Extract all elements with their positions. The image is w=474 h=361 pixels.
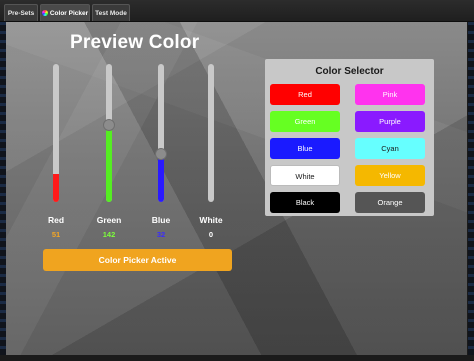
green-slider-knob[interactable] [103,119,115,131]
right-edge-strip [468,22,474,355]
tab-color-picker-label: Color Picker [49,10,89,17]
tab-presets-label: Pre-Sets [7,10,35,17]
tab-color-picker[interactable]: Color Picker [40,4,90,21]
color-button-green[interactable]: Green [270,111,340,132]
color-wheel-icon [41,10,48,16]
green-slider-label: Green [96,215,122,225]
color-button-red[interactable]: Red [270,84,340,105]
blue-slider-knob[interactable] [155,148,167,160]
color-button-yellow[interactable]: Yellow [355,165,425,186]
color-button-white[interactable]: White [270,165,340,186]
tab-test-mode[interactable]: Test Mode [92,4,130,21]
white-slider-label: White [199,215,223,225]
red-slider-label: Red [47,215,65,225]
color-selector: Color Selector Red Pink Green Purple Blue Cya… [265,59,434,216]
color-button-purple[interactable]: Purple [355,111,425,132]
tab-test-mode-label: Test Mode [95,10,127,17]
color-selector-title: Color Selector [315,66,384,77]
color-picker-active-button[interactable]: Color Picker Active [43,249,232,271]
blue-slider-fill [158,154,164,202]
blue-slider-label: Blue [151,215,171,225]
green-slider-fill [106,125,112,202]
red-slider-fill [53,174,59,202]
color-picker-panel: Preview Color Red 51 Green 142 Blue 32 White 0 … [6,22,467,355]
color-button-pink[interactable]: Pink [355,84,425,105]
tab-presets[interactable]: Pre-Sets [4,4,38,21]
color-button-black[interactable]: Black [270,192,340,213]
color-button-blue[interactable]: Blue [270,138,340,159]
green-slider-value: 142 [102,230,116,239]
white-slider-value: 0 [208,230,214,239]
color-button-orange[interactable]: Orange [355,192,425,213]
red-slider-value: 51 [51,230,61,239]
blue-slider-value: 32 [156,230,166,239]
tab-bar: Pre-Sets Color Picker Test Mode [0,0,474,22]
white-slider[interactable] [208,64,214,202]
color-button-cyan[interactable]: Cyan [355,138,425,159]
preview-title: Preview Color [70,32,200,53]
